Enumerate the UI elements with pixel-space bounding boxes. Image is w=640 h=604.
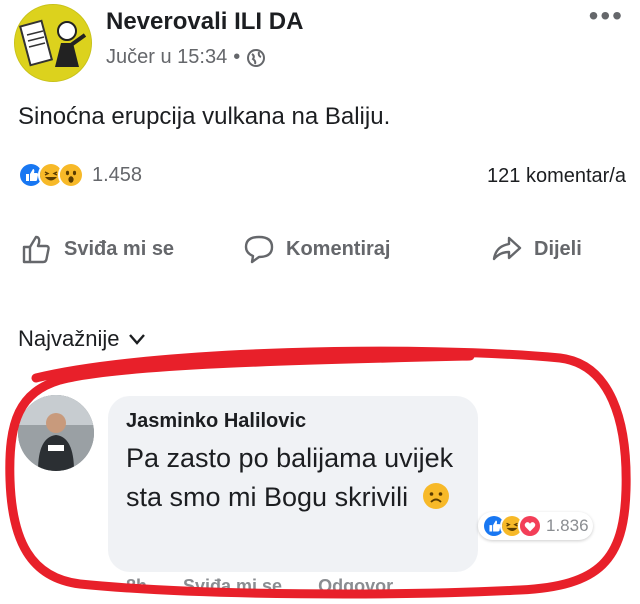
page-avatar[interactable] [14, 4, 92, 82]
chevron-down-icon [128, 334, 145, 345]
comment-sort-dropdown[interactable]: Najvažnije [18, 326, 146, 352]
comment-text: Pa zasto po balijama uvijek sta smo mi B… [126, 443, 454, 512]
user-photo-icon [18, 395, 94, 471]
share-button[interactable]: Dijeli [490, 232, 582, 266]
comment-author[interactable]: Jasminko Halilovic [126, 410, 460, 433]
globe-icon [246, 48, 266, 68]
love-icon [518, 514, 542, 538]
post-text: Sinoćna erupcija vulkana na Baliju. [18, 103, 391, 130]
comment-time[interactable]: 8h [126, 576, 147, 597]
wow-icon [58, 162, 84, 188]
comment-button-label: Komentiraj [286, 237, 391, 260]
comment-bubble: Jasminko Halilovic Pa zasto po balijama … [108, 396, 478, 572]
comment-button[interactable]: Komentiraj [242, 232, 390, 266]
more-options-button[interactable]: ••• [589, 2, 624, 30]
comment-reactions[interactable]: 1.836 [478, 512, 593, 540]
like-button-label: Sviđa mi se [64, 237, 175, 260]
like-button[interactable]: Sviđa mi se [20, 232, 174, 266]
share-button-label: Dijeli [534, 237, 582, 260]
comment-reply-link[interactable]: Odgovor [318, 576, 393, 597]
comment-bubble-icon [244, 235, 274, 264]
comment-sort-label: Najvažnije [18, 326, 120, 351]
post-header: Neverovali ILI DA Jučer u 15:34 • ••• [14, 2, 626, 82]
share-arrow-icon [492, 236, 522, 261]
comment-reaction-count: 1.836 [546, 516, 589, 535]
post-action-bar: Sviđa mi se Komentiraj Dijeli [20, 232, 620, 282]
comment-footer: 8h Sviđa mi se Odgovor [126, 576, 393, 597]
comment-count[interactable]: 121 komentar/a [487, 165, 626, 188]
reaction-count: 1.458 [92, 163, 143, 186]
commenter-avatar[interactable] [18, 395, 94, 471]
thumbs-up-icon [22, 235, 50, 264]
comment-like-link[interactable]: Sviđa mi se [183, 576, 282, 597]
post-timestamp[interactable]: Jučer u 15:34 [106, 46, 227, 69]
post-meta: Jučer u 15:34 • [106, 46, 266, 69]
page-logo-icon [15, 5, 91, 81]
reactions-summary[interactable]: 1.458 [18, 162, 142, 188]
page-name[interactable]: Neverovali ILI DA [106, 8, 303, 36]
comment-text-block: Pa zasto po balijama uvijek sta smo mi B… [126, 439, 460, 517]
meta-separator: • [233, 46, 241, 68]
sad-face-icon [422, 482, 450, 510]
